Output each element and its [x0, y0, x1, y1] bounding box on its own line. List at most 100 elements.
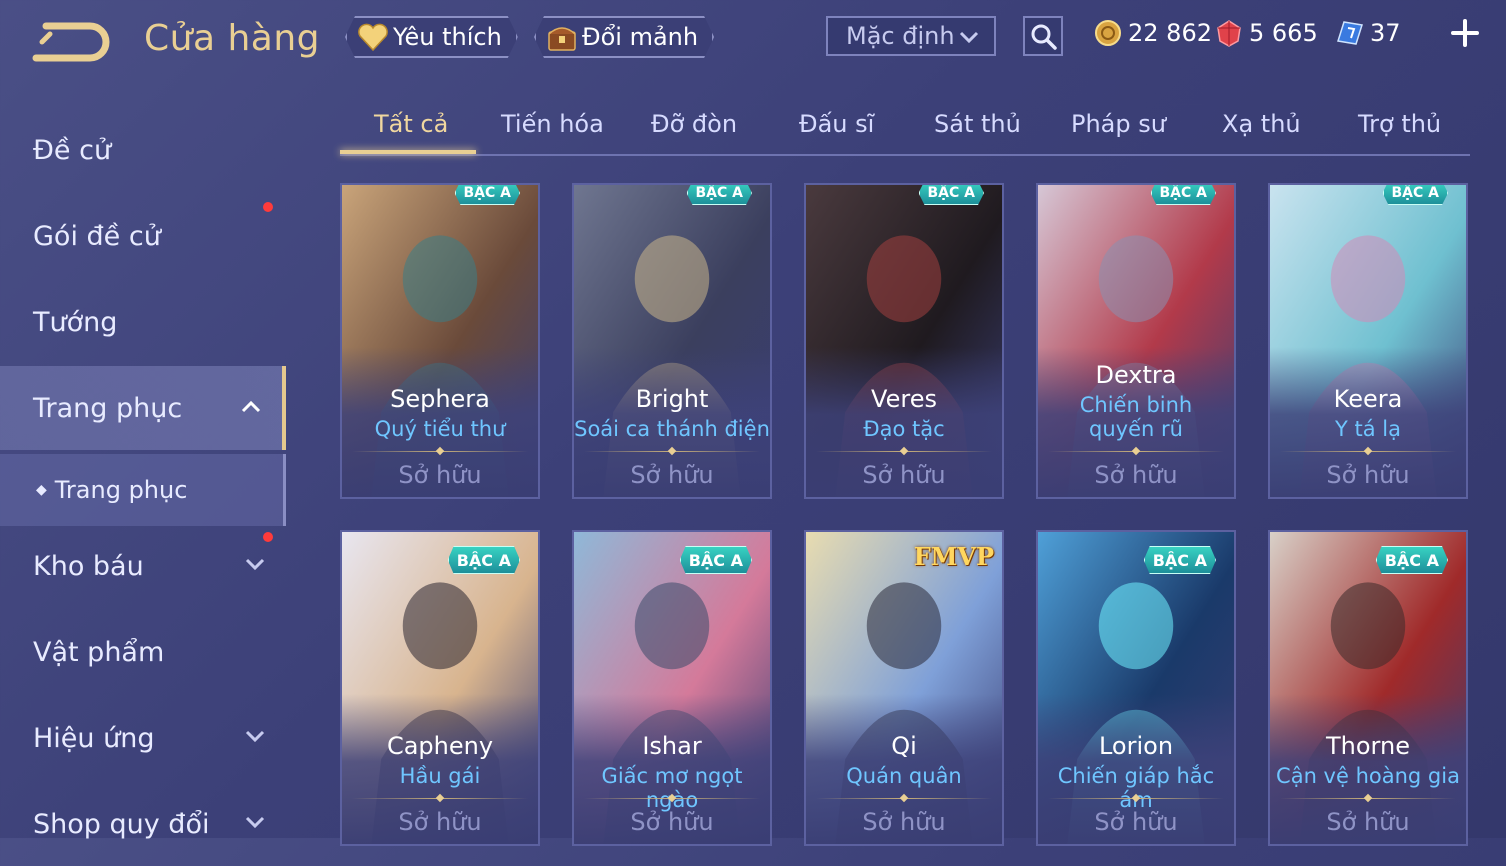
sidebar-item-label: Trang phục — [54, 476, 188, 504]
voucher-currency: 37 — [1336, 16, 1401, 50]
hero-name: Lorion — [1098, 732, 1174, 760]
skin-card[interactable]: BẬC A Thorne Cận vệ hoàng gia Sở hữu — [1268, 530, 1468, 846]
skin-card[interactable]: BẬC A Ishar Giấc mơ ngọt ngàoSở hữu — [572, 530, 772, 846]
notification-dot — [263, 532, 273, 542]
gold-amount: 22 862 — [1128, 19, 1212, 47]
hero-name: Sephera — [390, 385, 490, 413]
back-icon[interactable] — [32, 22, 112, 62]
card-divider — [352, 798, 528, 799]
diamond-bullet-icon: ◆ — [36, 482, 47, 498]
hero-name: Ishar — [642, 732, 702, 760]
skin-name: Y tá lạ — [1335, 417, 1401, 441]
tab-mage[interactable]: Pháp sư — [1071, 110, 1166, 138]
card-divider — [816, 451, 992, 452]
sidebar-item-label: Hiệu ứng — [33, 722, 155, 754]
tab-support[interactable]: Trợ thủ — [1358, 110, 1441, 138]
tier-badge: BẬC A — [1144, 546, 1216, 574]
card-divider — [1280, 798, 1456, 799]
sort-value: Mặc định — [846, 22, 955, 50]
sidebar-item-effects[interactable]: Hiệu ứng — [0, 696, 286, 780]
chevron-down-icon — [245, 816, 265, 829]
sidebar-item-label: Tướng — [33, 306, 118, 338]
gold-currency: 22 862 — [1094, 16, 1212, 50]
hero-name: Bright — [635, 385, 709, 413]
sidebar-item-label: Đề cử — [33, 134, 112, 166]
sort-dropdown[interactable]: Mặc định — [826, 16, 996, 56]
skin-card[interactable]: BẬC A Keera Y tá lạ Sở hữu — [1268, 183, 1468, 499]
card-divider — [352, 451, 528, 452]
owned-status: Sở hữu — [630, 808, 714, 836]
tier-badge: BẬC A — [919, 183, 985, 205]
skin-name: Hầu gái — [399, 764, 481, 788]
tier-badge: BẬC A — [455, 183, 521, 205]
search-button[interactable] — [1023, 16, 1063, 56]
tab-marksman[interactable]: Xạ thủ — [1222, 110, 1301, 138]
skin-card[interactable]: BẬC A Sephera Quý tiểu thư Sở hữu — [340, 183, 540, 499]
sidebar-item-exchange-shop[interactable]: Shop quy đổi — [0, 782, 286, 866]
treasure-chest-icon — [546, 22, 578, 52]
skin-card[interactable]: BẬC A Bright Soái ca thánh điện Sở hữu — [572, 183, 772, 499]
hero-name: Capheny — [386, 732, 494, 760]
plus-icon[interactable] — [1450, 18, 1480, 48]
skin-card[interactable]: BẬC A Capheny Hầu gái Sở hữu — [340, 530, 540, 846]
tier-badge: BẬC A — [1151, 183, 1217, 205]
chevron-down-icon — [245, 558, 265, 571]
sidebar-item-heroes[interactable]: Tướng — [0, 280, 286, 364]
tab-assassin[interactable]: Sát thủ — [934, 110, 1021, 138]
gold-coin-icon — [1095, 20, 1121, 46]
notification-dot — [263, 202, 273, 212]
chevron-down-icon — [959, 31, 979, 44]
sidebar-item-recommended-bundles[interactable]: Gói đề cử — [0, 194, 286, 278]
tab-all[interactable]: Tất cả — [374, 110, 448, 138]
tier-badge: BẬC A — [1383, 183, 1449, 205]
card-divider — [584, 798, 760, 799]
tab-fighter[interactable]: Đấu sĩ — [799, 110, 874, 138]
sidebar-item-skins[interactable]: Trang phục — [0, 366, 286, 450]
exchange-label: Đổi mảnh — [582, 23, 699, 51]
sidebar-item-label: Kho báu — [33, 550, 144, 582]
tab-evolution[interactable]: Tiến hóa — [501, 110, 604, 138]
page-title: Cửa hàng — [144, 18, 321, 59]
exchange-shard-button[interactable]: Đổi mảnh — [534, 16, 714, 58]
owned-status: Sở hữu — [862, 808, 946, 836]
skin-card[interactable]: FMVP Qi Quán quân Sở hữu — [804, 530, 1004, 846]
hero-name: Dextra — [1095, 361, 1177, 389]
skin-name: Quý tiểu thư — [374, 417, 506, 441]
skin-name: Đạo tặc — [863, 417, 945, 441]
sidebar-item-recommended[interactable]: Đề cử — [0, 108, 286, 192]
sidebar-item-treasure[interactable]: Kho báu — [0, 524, 286, 608]
tier-badge: BẬC A — [448, 546, 520, 574]
sidebar-subitem-skins[interactable]: ◆ Trang phục — [0, 454, 286, 526]
tier-badge: BẬC A — [687, 183, 753, 205]
voucher-ticket-icon — [1337, 21, 1363, 45]
ruby-currency: 5 665 — [1215, 16, 1318, 50]
skin-name: Cận vệ hoàng gia — [1276, 764, 1460, 788]
chevron-up-icon — [241, 400, 261, 413]
category-tabs: Tất cả Tiến hóa Đỡ đòn Đấu sĩ Sát thủ Ph… — [340, 100, 1470, 156]
tab-tank[interactable]: Đỡ đòn — [651, 110, 737, 138]
favorite-label: Yêu thích — [393, 23, 502, 51]
owned-status: Sở hữu — [398, 461, 482, 489]
card-divider — [1280, 451, 1456, 452]
voucher-amount: 37 — [1370, 19, 1401, 47]
owned-status: Sở hữu — [862, 461, 946, 489]
skin-name: Chiến binh quyến rũ — [1079, 393, 1193, 441]
skin-card[interactable]: BẬC A Veres Đạo tặc Sở hữu — [804, 183, 1004, 499]
card-divider — [816, 798, 992, 799]
skin-name: Chiến giáp hắc ám — [1057, 764, 1215, 812]
owned-status: Sở hữu — [1094, 808, 1178, 836]
ruby-gem-icon — [1217, 20, 1241, 47]
sidebar: Đề cử Gói đề cử Tướng Trang phục ◆ Trang… — [0, 100, 288, 840]
skin-card[interactable]: BẬC A Lorion Chiến giáp hắc ámSở hữu — [1036, 530, 1236, 846]
search-icon — [1031, 24, 1057, 50]
tier-badge: BẬC A — [680, 546, 752, 574]
heart-icon — [357, 22, 389, 52]
fmvp-badge: FMVP — [913, 542, 994, 571]
skin-name: Quán quân — [846, 764, 962, 788]
card-divider — [1048, 451, 1224, 452]
owned-status: Sở hữu — [1094, 461, 1178, 489]
skin-card[interactable]: BẬC A Dextra Chiến binh quyến rũ Sở hữu — [1036, 183, 1236, 499]
tier-badge: BẬC A — [1376, 546, 1448, 574]
favorite-button[interactable]: Yêu thích — [345, 16, 518, 58]
sidebar-item-items[interactable]: Vật phẩm — [0, 610, 286, 694]
